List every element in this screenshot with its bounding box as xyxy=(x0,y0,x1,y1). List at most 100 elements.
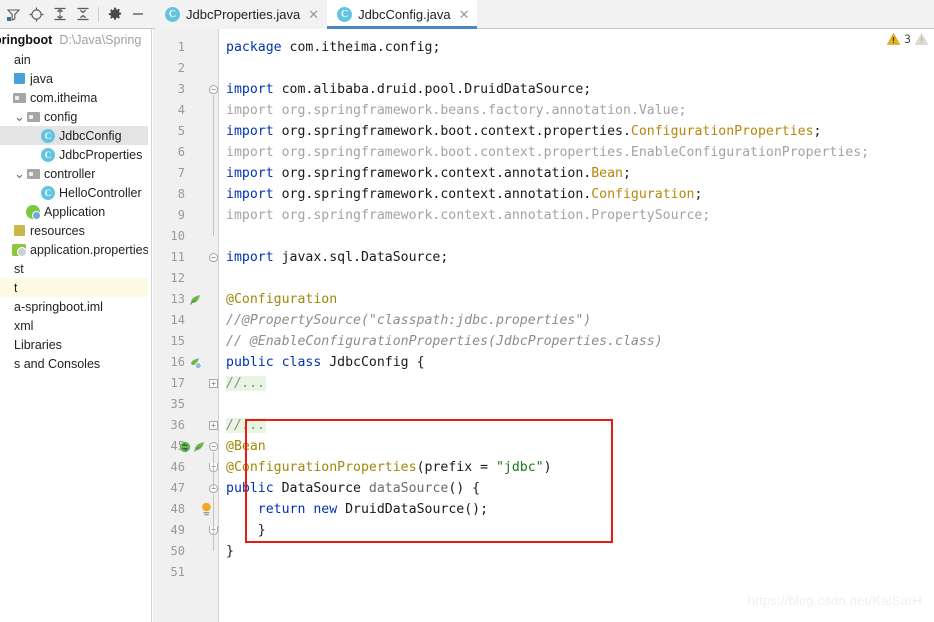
code-line[interactable] xyxy=(220,58,226,79)
folder-icon xyxy=(25,168,41,179)
tree-item-label: t xyxy=(14,280,18,295)
tree-item[interactable]: st xyxy=(0,259,148,278)
line-number: 47 xyxy=(170,481,185,495)
code-line[interactable]: } xyxy=(220,520,266,541)
code-token: import xyxy=(226,124,282,139)
folded-region-marker[interactable]: //... xyxy=(226,376,266,391)
code-line[interactable]: import org.springframework.context.annot… xyxy=(220,205,710,226)
override-and-bean-gutter-icons[interactable] xyxy=(179,436,205,457)
filter-icon[interactable] xyxy=(2,3,25,25)
spring-config-gutter-icon[interactable] xyxy=(189,352,202,373)
code-line[interactable]: //@PropertySource("classpath:jdbc.proper… xyxy=(220,310,591,331)
chevron-down-icon[interactable]: ⌄ xyxy=(14,167,25,180)
code-line[interactable]: package com.itheima.config; xyxy=(220,37,440,58)
source-root-icon xyxy=(11,73,27,84)
gear-icon[interactable] xyxy=(103,3,126,25)
code-line[interactable]: import org.springframework.context.annot… xyxy=(220,163,631,184)
code-line[interactable]: @Configuration xyxy=(220,289,337,310)
editor-tab-2[interactable]: C JdbcConfig.java ✕ xyxy=(327,0,478,29)
line-number: 10 xyxy=(170,229,185,243)
spring-boot-icon xyxy=(25,204,41,220)
code-line[interactable]: import org.springframework.boot.context.… xyxy=(220,142,869,163)
close-icon[interactable]: ✕ xyxy=(459,8,470,21)
expand-all-icon[interactable] xyxy=(48,3,71,25)
code-token: DruidDataSource(); xyxy=(345,502,489,517)
minimize-icon[interactable] xyxy=(126,3,149,25)
code-line[interactable] xyxy=(220,268,226,289)
code-line[interactable]: //... xyxy=(220,415,266,436)
code-line[interactable] xyxy=(220,226,226,247)
code-line[interactable] xyxy=(220,394,226,415)
line-number: 7 xyxy=(177,166,185,180)
fold-expand-icon[interactable]: + xyxy=(208,415,219,436)
tree-item[interactable]: Libraries xyxy=(0,335,148,354)
editor-tab-1[interactable]: C JdbcProperties.java ✕ xyxy=(155,0,328,29)
tree-item-label: xml xyxy=(14,318,34,333)
watermark: https://blog.csdn.net/KaiSarH xyxy=(747,593,922,608)
collapse-all-icon[interactable] xyxy=(71,3,94,25)
code-line[interactable]: import javax.sql.DataSource; xyxy=(220,247,448,268)
editor-gutter[interactable]: 123−4567891011−121314151617+3536+45−46−4… xyxy=(153,29,219,622)
tree-item[interactable]: C JdbcConfig xyxy=(0,126,148,145)
spring-bean-gutter-icon[interactable] xyxy=(189,289,201,310)
code-line[interactable]: return new DruidDataSource(); xyxy=(220,499,488,520)
close-icon[interactable]: ✕ xyxy=(308,8,319,21)
sidebar-scrollbar[interactable] xyxy=(148,29,152,622)
tree-item[interactable]: xml xyxy=(0,316,148,335)
code-editor[interactable]: 123−4567891011−121314151617+3536+45−46−4… xyxy=(153,29,934,622)
java-class-icon: C xyxy=(40,128,56,143)
code-token: ) xyxy=(543,460,552,475)
line-number: 2 xyxy=(177,61,185,75)
intention-bulb-icon[interactable] xyxy=(200,499,213,520)
line-number: 14 xyxy=(170,313,185,327)
folded-region-marker[interactable]: //... xyxy=(226,418,266,433)
warning-triangle-muted-icon[interactable] xyxy=(915,33,928,45)
code-line[interactable]: import org.springframework.beans.factory… xyxy=(220,100,687,121)
code-line[interactable]: //... xyxy=(220,373,266,394)
code-line[interactable]: } xyxy=(220,541,234,562)
chevron-down-icon[interactable]: ⌄ xyxy=(14,110,25,123)
code-line[interactable] xyxy=(220,562,226,583)
line-number: 46 xyxy=(170,460,185,474)
tree-item[interactable]: java xyxy=(0,69,148,88)
project-name: pringboot xyxy=(0,32,53,47)
code-token: JdbcConfig xyxy=(329,355,409,370)
tree-item[interactable]: ⌄ config xyxy=(0,107,148,126)
code-line[interactable]: @ConfigurationProperties(prefix = "jdbc"… xyxy=(220,457,552,478)
fold-expand-icon[interactable]: + xyxy=(208,373,219,394)
code-text-area[interactable]: package com.itheima.config; import com.al… xyxy=(220,29,934,622)
code-token: { xyxy=(408,355,425,370)
code-line[interactable]: public DataSource dataSource() { xyxy=(220,478,480,499)
tree-item[interactable]: t xyxy=(0,278,148,297)
code-token: prefix xyxy=(424,460,473,475)
code-line[interactable]: public class JdbcConfig { xyxy=(220,352,425,373)
tree-item[interactable]: a-springboot.iml xyxy=(0,297,148,316)
code-token: Configuration xyxy=(591,187,695,202)
code-line[interactable]: import org.springframework.context.annot… xyxy=(220,184,702,205)
tree-item[interactable]: Application xyxy=(0,202,148,221)
tree-item[interactable]: application.properties xyxy=(0,240,148,259)
tree-item[interactable]: com.itheima xyxy=(0,88,148,107)
tree-item[interactable]: C HelloController xyxy=(0,183,148,202)
project-header: pringboot D:\Java\Spring xyxy=(0,29,148,50)
line-number: 51 xyxy=(170,565,185,579)
tree-item[interactable]: ain xyxy=(0,50,148,69)
project-tree-panel[interactable]: pringboot D:\Java\Spring ain java com.ithe… xyxy=(0,29,148,622)
inspection-widget[interactable]: 3 xyxy=(887,32,928,46)
fold-collapse-icon[interactable]: − xyxy=(208,247,219,268)
locate-icon[interactable] xyxy=(25,3,48,25)
tree-item[interactable]: s and Consoles xyxy=(0,354,148,373)
code-line[interactable]: // @EnableConfigurationProperties(JdbcPr… xyxy=(220,331,663,352)
warning-count: 3 xyxy=(904,32,911,46)
tree-item[interactable]: ⌄ controller xyxy=(0,164,148,183)
tree-item[interactable]: C JdbcProperties xyxy=(0,145,148,164)
code-line[interactable]: import com.alibaba.druid.pool.DruidDataS… xyxy=(220,79,591,100)
tree-item-label: Application xyxy=(44,204,106,219)
line-number: 8 xyxy=(177,187,185,201)
code-token: class xyxy=(281,355,330,370)
java-class-icon: C xyxy=(337,7,353,22)
tree-item[interactable]: resources xyxy=(0,221,148,240)
code-token: import org.springframework.beans.factory… xyxy=(226,103,687,118)
code-line[interactable]: import org.springframework.boot.context.… xyxy=(220,121,822,142)
code-line[interactable]: @Bean xyxy=(220,436,266,457)
